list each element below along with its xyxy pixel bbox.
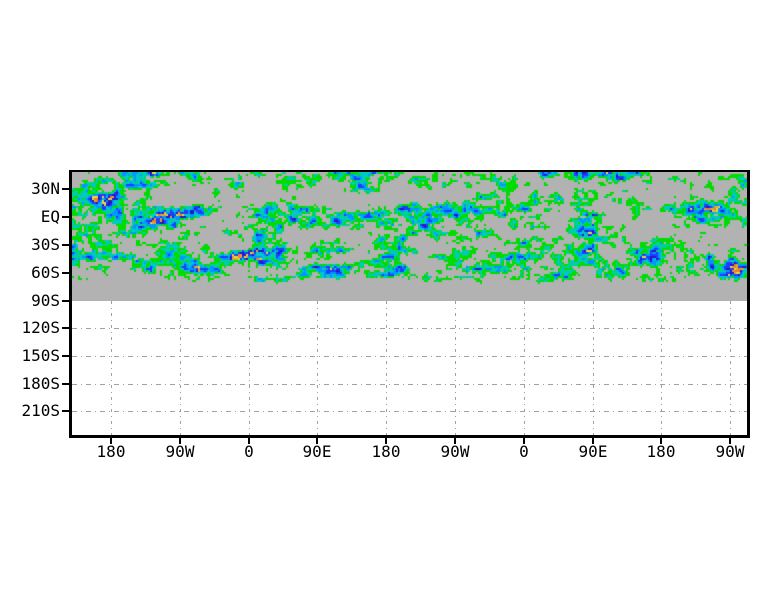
y-axis-tick — [62, 216, 70, 218]
y-axis-tick-label: 120S — [21, 318, 60, 337]
y-axis-tick-label: 30N — [31, 179, 60, 198]
x-axis-tick-label: 90E — [578, 442, 608, 461]
y-axis-tick — [62, 272, 70, 274]
y-axis-tick-label: 30S — [31, 235, 60, 254]
v-gridline — [661, 301, 662, 435]
y-axis-tick — [62, 327, 70, 329]
v-gridline — [180, 301, 181, 435]
y-axis-tick-label: 210S — [21, 401, 60, 420]
y-axis-tick — [62, 300, 70, 302]
y-axis-tick — [62, 244, 70, 246]
y-axis-tick-label: 150S — [21, 346, 60, 365]
v-gridline — [730, 301, 731, 435]
y-axis-tick — [62, 188, 70, 190]
x-axis-tick-label: 180 — [646, 442, 676, 461]
h-gridline — [72, 411, 747, 412]
v-gridline — [455, 301, 456, 435]
y-axis-tick — [62, 355, 70, 357]
x-axis-tick-label: 90W — [715, 442, 745, 461]
y-axis-tick-label: 90S — [31, 291, 60, 310]
x-axis-tick-label: 180 — [371, 442, 401, 461]
x-axis-tick-label: 90W — [440, 442, 470, 461]
x-axis-tick-label: 0 — [519, 442, 529, 461]
h-gridline — [72, 384, 747, 385]
y-axis-tick-label: 60S — [31, 263, 60, 282]
heatmap-canvas — [72, 172, 748, 290]
x-axis-tick-label: 0 — [244, 442, 254, 461]
v-gridline — [111, 301, 112, 435]
v-gridline — [317, 301, 318, 435]
v-gridline — [249, 301, 250, 435]
y-axis-tick — [62, 383, 70, 385]
h-gridline — [72, 328, 747, 329]
v-gridline — [593, 301, 594, 435]
chart-area: 180 90W 0 90E 180 90W 0 90E 180 90W 30N EQ 30S 60S 90S… — [0, 0, 784, 612]
x-axis-tick-label: 180 — [96, 442, 126, 461]
v-gridline — [386, 301, 387, 435]
y-axis-tick-label: 180S — [21, 374, 60, 393]
x-axis-tick-label: 90W — [165, 442, 195, 461]
y-axis-tick-label: EQ — [40, 207, 60, 226]
x-axis-tick-label: 90E — [302, 442, 332, 461]
h-gridline — [72, 356, 747, 357]
v-gridline — [524, 301, 525, 435]
y-axis-tick — [62, 410, 70, 412]
